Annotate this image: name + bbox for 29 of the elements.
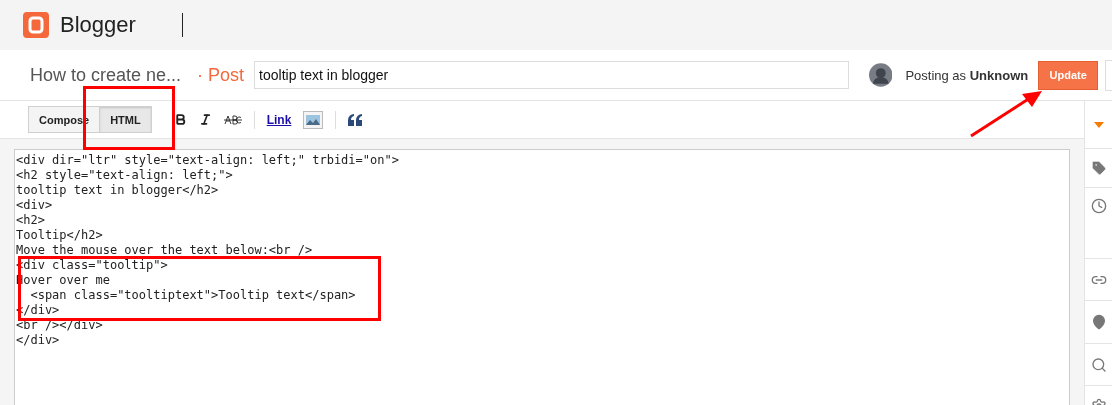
code-line: Move the mouse over the text below:<br />	[16, 243, 314, 258]
app-name: Blogger	[60, 12, 136, 38]
pin-icon[interactable]	[1090, 314, 1107, 330]
tag-icon[interactable]	[1090, 160, 1107, 176]
code-line: <div>	[16, 198, 54, 213]
search-icon[interactable]	[1090, 356, 1107, 373]
caret-icon[interactable]	[1093, 121, 1104, 128]
html-editor[interactable]	[14, 149, 1070, 405]
code-line: <h2>	[16, 213, 46, 228]
code-line: <span class="tooltiptext">Tooltip text</span>	[29, 288, 357, 303]
posting-as-text: Posting as Unknown	[905, 67, 1029, 83]
quote-icon[interactable]	[348, 113, 364, 126]
code-line: tooltip text in blogger</h2>	[16, 183, 220, 198]
image-icon[interactable]	[303, 110, 324, 129]
bold-icon[interactable]	[173, 113, 187, 126]
blogger-logo	[23, 12, 49, 38]
strikethrough-icon[interactable]	[223, 114, 242, 125]
italic-icon[interactable]	[198, 113, 212, 126]
link-button[interactable]: Link	[266, 112, 292, 127]
code-line: </div>	[16, 333, 61, 348]
code-line: <h2 style="text-align: left;">	[16, 168, 234, 183]
post-title-field[interactable]: tooltip text in blogger	[254, 61, 849, 89]
code-line: Tooltip</h2>	[16, 228, 104, 243]
section-label: · Post	[197, 64, 245, 86]
clock-icon[interactable]	[1090, 198, 1107, 214]
blog-title[interactable]: How to create ne...	[30, 64, 182, 86]
avatar-icon	[868, 63, 893, 87]
code-line: <div dir="ltr" style="text-align: left;" trbidi="on">	[16, 153, 400, 168]
mode-tab[interactable]: HTML	[99, 106, 152, 133]
